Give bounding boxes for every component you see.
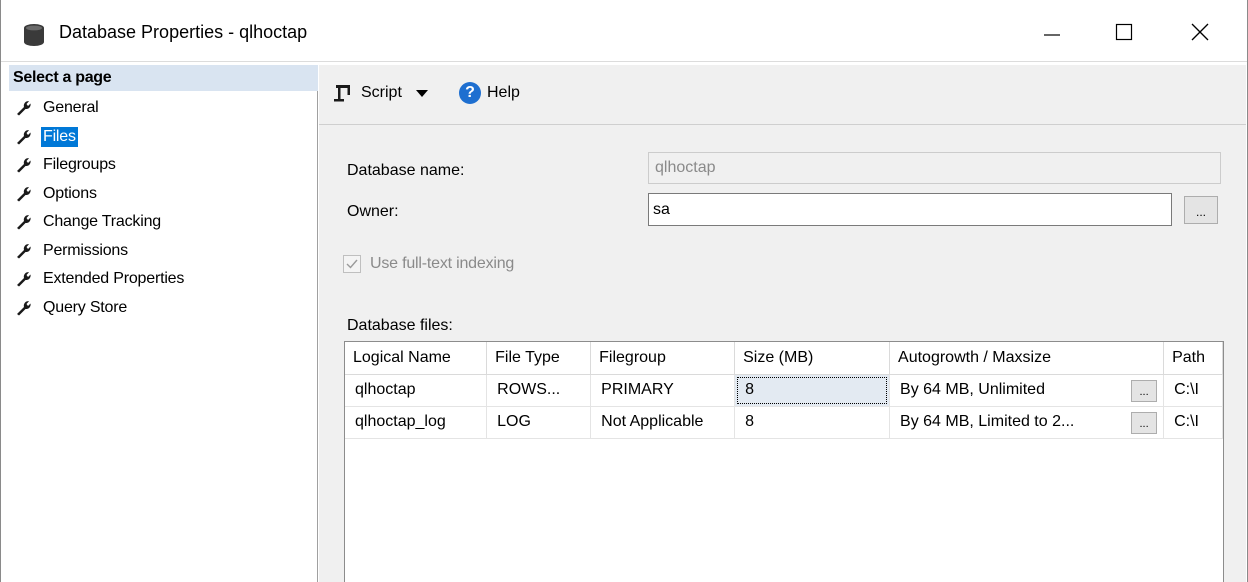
page-item-label: Change Tracking bbox=[43, 213, 161, 231]
maximize-icon bbox=[1115, 23, 1133, 41]
column-header-path[interactable]: Path bbox=[1163, 342, 1223, 375]
page-item-label: Permissions bbox=[43, 241, 128, 259]
autogrowth-browse-button[interactable]: ... bbox=[1131, 411, 1158, 434]
help-button[interactable]: ? Help bbox=[459, 79, 520, 107]
database-files-label: Database files: bbox=[347, 317, 453, 334]
table-row[interactable]: qlhoctap ROWS... PRIMARY 8 By 64 MB, Unl… bbox=[345, 374, 1223, 407]
table-row[interactable]: qlhoctap_log LOG Not Applicable 8 By 64 … bbox=[345, 406, 1223, 439]
database-icon bbox=[23, 23, 45, 47]
window-title: Database Properties - qlhoctap bbox=[59, 22, 308, 42]
cell-autogrowth-value: By 64 MB, Limited to 2... bbox=[900, 413, 1075, 430]
close-icon bbox=[1191, 23, 1209, 41]
checkbox-checked-icon bbox=[343, 255, 361, 273]
wrench-icon bbox=[17, 186, 31, 202]
database-properties-window: Database Properties - qlhoctap Select a … bbox=[0, 0, 1248, 582]
page-item-permissions[interactable]: Permissions bbox=[9, 237, 318, 266]
database-name-field bbox=[648, 152, 1221, 184]
wrench-icon bbox=[17, 158, 31, 173]
close-button[interactable] bbox=[1177, 10, 1223, 54]
owner-label: Owner: bbox=[347, 203, 399, 220]
page-item-filegroups[interactable]: Filegroups bbox=[9, 151, 318, 180]
focus-rect bbox=[737, 376, 888, 404]
page-item-label: Query Store bbox=[43, 298, 128, 316]
cell-path[interactable]: C:\I bbox=[1163, 374, 1223, 407]
database-files-grid[interactable]: Logical Name File Type Filegroup Size (M… bbox=[344, 341, 1224, 582]
chevron-down-icon[interactable] bbox=[415, 89, 428, 97]
script-button[interactable]: Script bbox=[333, 79, 428, 107]
wrench-icon bbox=[17, 129, 31, 145]
toolbar: Script ? Help bbox=[319, 65, 1246, 125]
wrench-icon bbox=[17, 300, 31, 316]
cell-file-type[interactable]: LOG bbox=[486, 406, 592, 439]
cell-autogrowth-value: By 64 MB, Unlimited bbox=[900, 381, 1045, 398]
page-item-label: Filegroups bbox=[43, 156, 116, 174]
fulltext-indexing-label: Use full-text indexing bbox=[370, 255, 515, 272]
minimize-icon bbox=[1044, 34, 1060, 36]
column-header-file-type[interactable]: File Type bbox=[486, 342, 592, 375]
fulltext-indexing-checkbox: Use full-text indexing bbox=[343, 255, 514, 273]
cell-autogrowth[interactable]: By 64 MB, Limited to 2... ... bbox=[889, 406, 1165, 439]
cell-autogrowth[interactable]: By 64 MB, Unlimited ... bbox=[889, 374, 1165, 407]
autogrowth-browse-button[interactable]: ... bbox=[1131, 379, 1158, 402]
maximize-button[interactable] bbox=[1101, 10, 1147, 54]
column-header-logical-name[interactable]: Logical Name bbox=[345, 342, 488, 375]
script-icon bbox=[334, 85, 350, 102]
column-header-filegroup[interactable]: Filegroup bbox=[590, 342, 736, 375]
database-name-label: Database name: bbox=[347, 162, 465, 179]
cell-file-type[interactable]: ROWS... bbox=[486, 374, 592, 407]
cell-logical-name[interactable]: qlhoctap bbox=[345, 374, 488, 407]
owner-field[interactable] bbox=[648, 193, 1172, 226]
page-item-query-store[interactable]: Query Store bbox=[9, 294, 318, 323]
page-item-label: General bbox=[43, 99, 99, 117]
page-item-label: Files bbox=[41, 126, 78, 147]
owner-browse-button[interactable]: ... bbox=[1184, 196, 1218, 224]
page-item-label: Options bbox=[43, 184, 97, 202]
page-item-options[interactable]: Options bbox=[9, 180, 318, 209]
column-header-autogrowth[interactable]: Autogrowth / Maxsize bbox=[889, 342, 1165, 375]
wrench-icon bbox=[17, 215, 31, 230]
column-header-size[interactable]: Size (MB) bbox=[734, 342, 891, 375]
grid-header-row: Logical Name File Type Filegroup Size (M… bbox=[345, 342, 1223, 375]
files-page: Script ? Help Database name: Owner: ... … bbox=[319, 65, 1246, 582]
cell-path[interactable]: C:\I bbox=[1163, 406, 1223, 439]
select-page-header: Select a page bbox=[9, 65, 318, 91]
minimize-button[interactable] bbox=[1029, 10, 1075, 54]
wrench-icon bbox=[17, 243, 31, 259]
cell-size[interactable]: 8 bbox=[734, 374, 891, 407]
cell-size[interactable]: 8 bbox=[734, 406, 891, 439]
help-label: Help bbox=[487, 84, 520, 101]
page-list: General Files Filegroups Options Change … bbox=[9, 94, 318, 322]
script-label: Script bbox=[361, 84, 402, 101]
page-item-change-tracking[interactable]: Change Tracking bbox=[9, 208, 318, 237]
cell-logical-name[interactable]: qlhoctap_log bbox=[345, 406, 488, 439]
page-item-label: Extended Properties bbox=[43, 270, 185, 288]
cell-filegroup[interactable]: Not Applicable bbox=[590, 406, 736, 439]
wrench-icon bbox=[17, 101, 31, 116]
page-item-files[interactable]: Files bbox=[9, 123, 318, 152]
cell-filegroup[interactable]: PRIMARY bbox=[590, 374, 736, 407]
wrench-icon bbox=[17, 272, 31, 287]
select-page-panel: Select a page General Files Filegroups O… bbox=[9, 65, 318, 582]
page-item-extended-properties[interactable]: Extended Properties bbox=[9, 265, 318, 294]
title-bar[interactable]: Database Properties - qlhoctap bbox=[1, 0, 1247, 62]
page-item-general[interactable]: General bbox=[9, 94, 318, 123]
help-icon: ? bbox=[459, 82, 481, 104]
